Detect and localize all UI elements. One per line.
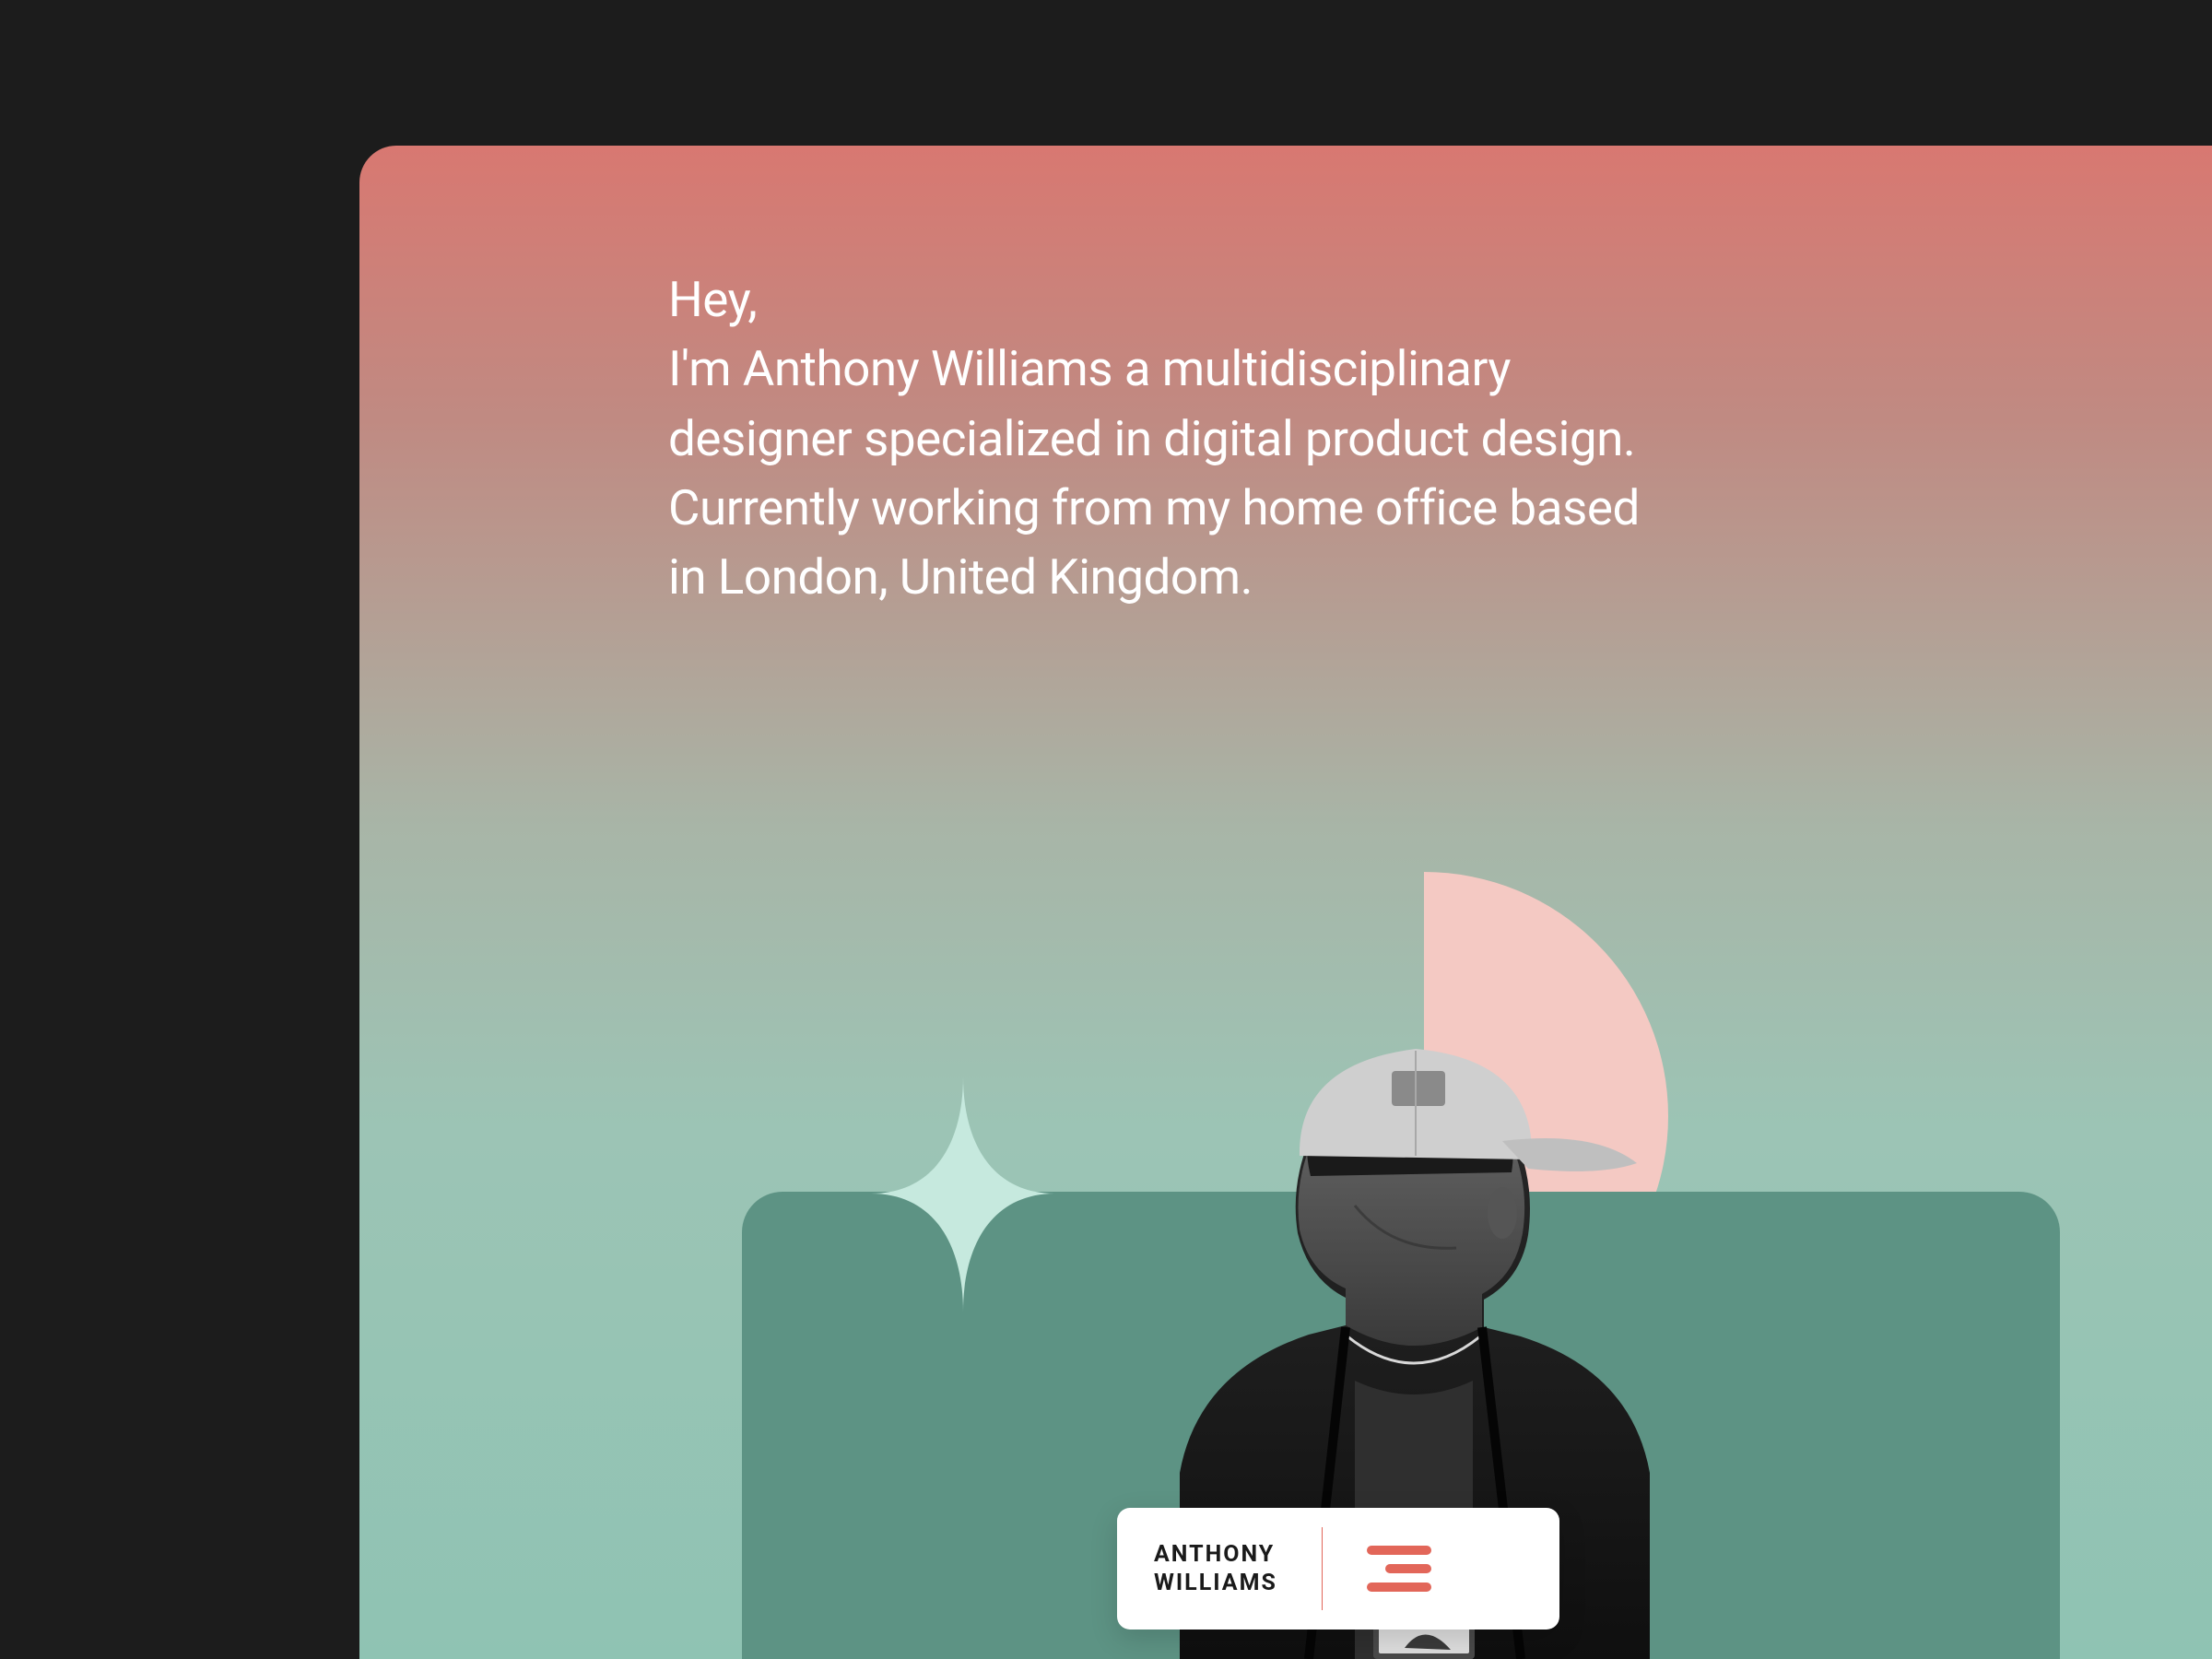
- intro-line-3: Currently working from my home office ba…: [668, 479, 1640, 536]
- last-name: WILLIAMS: [1154, 1569, 1277, 1597]
- name-text: ANTHONY WILLIAMS: [1154, 1540, 1277, 1598]
- first-name: ANTHONY: [1154, 1540, 1277, 1569]
- sparkle-icon: [871, 1077, 1055, 1312]
- name-card[interactable]: ANTHONY WILLIAMS: [1117, 1508, 1559, 1630]
- greeting-line: Hey,: [668, 265, 1866, 335]
- hero-card: Hey, I'm Anthony Williams a multidiscipl…: [359, 146, 2212, 1659]
- intro-line-4: in London, United Kingdom.: [668, 548, 1253, 606]
- logo-mark-icon: [1367, 1546, 1431, 1592]
- intro-text: Hey, I'm Anthony Williams a multidiscipl…: [668, 265, 1866, 612]
- intro-line-1: I'm Anthony Williams a multidisciplinary: [668, 340, 1511, 397]
- intro-line-2: designer specialized in digital product …: [668, 410, 1635, 467]
- card-divider: [1322, 1527, 1323, 1610]
